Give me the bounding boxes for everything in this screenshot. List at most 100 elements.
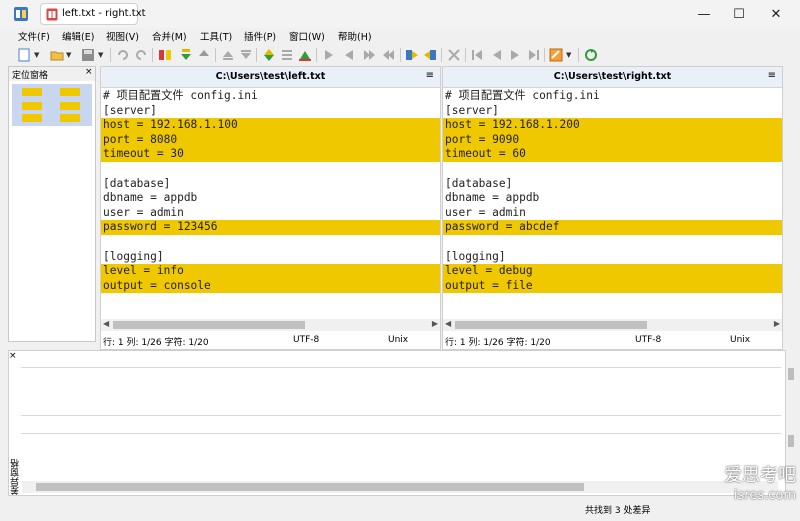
redo-icon[interactable] [134,48,148,62]
menu-view[interactable]: 视图(V) [106,29,139,43]
copy-left-icon[interactable] [342,48,356,62]
undo-icon[interactable] [116,48,130,62]
copy-left-advance-icon[interactable] [382,48,396,62]
code-line[interactable]: level = info [101,264,440,279]
prev-conflict-icon[interactable] [490,48,504,62]
code-line[interactable]: # 项目配置文件 config.ini [443,89,782,104]
left-hscroll-thumb[interactable] [113,321,305,329]
maximize-button[interactable]: ☐ [721,0,757,28]
code-line[interactable]: timeout = 60 [443,147,782,162]
last-diff-icon[interactable] [239,48,253,62]
current-diff-icon[interactable] [262,48,276,62]
all-left-icon[interactable] [423,48,437,62]
code-line[interactable]: user = admin [443,206,782,221]
code-line[interactable]: output = file [443,278,782,294]
right-encoding: UTF-8 [635,335,662,345]
scroll-right-arrow-icon[interactable]: ▶ [774,319,780,328]
diff-pane[interactable]: × 差异窗格 [8,350,794,496]
right-editor-panel[interactable]: C:\Users\test\right.txt ≡ # 项目配置文件 confi… [442,66,783,350]
code-line[interactable]: # 项目配置文件 config.ini [101,89,440,104]
scroll-left-arrow-icon[interactable]: ◀ [445,319,451,328]
left-encoding: UTF-8 [293,335,320,345]
copy-right-icon[interactable] [322,48,336,62]
code-line[interactable]: [database] [443,177,782,192]
options-icon[interactable] [549,48,563,62]
document-tab[interactable]: left.txt - right.txt [40,3,146,25]
code-line[interactable]: port = 8080 [101,132,440,148]
code-line[interactable]: dbname = appdb [101,191,440,206]
next-diff-down-icon[interactable] [179,48,193,62]
menu-merge[interactable]: 合并(M) [152,29,187,43]
scroll-right-arrow-icon[interactable]: ▶ [432,319,438,328]
menu-tools[interactable]: 工具(T) [200,29,232,43]
code-line[interactable]: password = 123456 [101,220,440,235]
diff-upper-vscroll-thumb[interactable] [788,368,794,380]
left-panel-menu-icon[interactable]: ≡ [426,70,434,81]
code-line[interactable]: dbname = appdb [443,191,782,206]
minimize-button[interactable]: — [686,0,722,28]
diff-options-icon[interactable] [280,48,294,62]
diff-hscrollbar[interactable] [22,481,778,493]
code-line[interactable]: [logging] [101,250,440,265]
code-line[interactable]: user = admin [101,206,440,221]
refresh-compare-icon[interactable] [158,48,172,62]
code-line[interactable] [443,235,782,250]
locator-thumbnail[interactable] [12,84,92,126]
save-icon[interactable] [81,48,95,62]
new-file-icon[interactable] [17,48,31,62]
code-line[interactable]: output = console [101,278,440,294]
open-folder-icon[interactable] [50,48,64,62]
code-line[interactable] [101,162,440,177]
code-line[interactable]: port = 9090 [443,132,782,148]
right-hscrollbar[interactable]: ◀ ▶ [443,319,782,331]
code-line[interactable]: password = abcdef [443,220,782,235]
merge-icon[interactable] [447,48,461,62]
code-line[interactable]: level = debug [443,264,782,279]
left-hscrollbar[interactable]: ◀ ▶ [101,319,440,331]
locator-pane[interactable]: 定位窗格 × [8,66,96,342]
code-line[interactable]: [server] [443,104,782,119]
left-editor-panel[interactable]: C:\Users\test\left.txt ≡ # 项目配置文件 config… [100,66,441,350]
all-right-icon[interactable] [405,48,419,62]
diff-pane-close-button[interactable]: × [9,351,17,361]
menu-edit[interactable]: 编辑(E) [62,29,94,43]
menu-file[interactable]: 文件(F) [18,29,50,43]
scroll-left-arrow-icon[interactable]: ◀ [103,319,109,328]
diff-lower-vscroll-thumb[interactable] [788,435,794,447]
locator-close-button[interactable]: × [85,67,93,77]
code-line[interactable] [101,235,440,250]
first-diff-icon[interactable] [221,48,235,62]
code-line[interactable]: host = 192.168.1.100 [101,118,440,133]
next-conflict-icon[interactable] [508,48,522,62]
code-line[interactable] [443,162,782,177]
right-panel-menu-icon[interactable]: ≡ [768,70,776,81]
save-dropdown-icon[interactable]: ▼ [98,51,103,59]
diff-hscroll-thumb[interactable] [36,483,584,491]
tab-title: left.txt - right.txt [62,8,146,19]
menu-window[interactable]: 窗口(W) [289,29,325,43]
code-line[interactable]: [logging] [443,250,782,265]
left-code-area[interactable]: # 项目配置文件 config.ini [server] host = 192.16… [101,89,440,294]
app-icon [14,7,28,21]
open-dropdown-icon[interactable]: ▼ [66,51,71,59]
menu-plugins[interactable]: 插件(P) [244,29,276,43]
status-bar: 共找到 3 处差异 [0,498,800,521]
prev-diff-up-icon[interactable] [197,48,211,62]
right-code-area[interactable]: # 项目配置文件 config.ini [server] host = 192.16… [443,89,782,294]
close-window-button[interactable]: ✕ [758,0,794,28]
right-status: 行: 1 列: 1/26 字符: 1/20 UTF-8 Unix [443,333,782,349]
options-dropdown-icon[interactable]: ▼ [566,51,571,59]
code-line[interactable]: [database] [101,177,440,192]
rescan-icon[interactable] [584,48,598,62]
last-conflict-icon[interactable] [527,48,541,62]
first-conflict-icon[interactable] [470,48,484,62]
code-line[interactable]: host = 192.168.1.200 [443,118,782,133]
copy-right-advance-icon[interactable] [362,48,376,62]
right-eol: Unix [730,335,751,345]
code-line[interactable]: [server] [101,104,440,119]
mark-diff-icon[interactable] [298,48,312,62]
right-hscroll-thumb[interactable] [455,321,647,329]
code-line[interactable]: timeout = 30 [101,147,440,162]
menu-help[interactable]: 帮助(H) [338,29,372,43]
new-dropdown-icon[interactable]: ▼ [34,51,39,59]
